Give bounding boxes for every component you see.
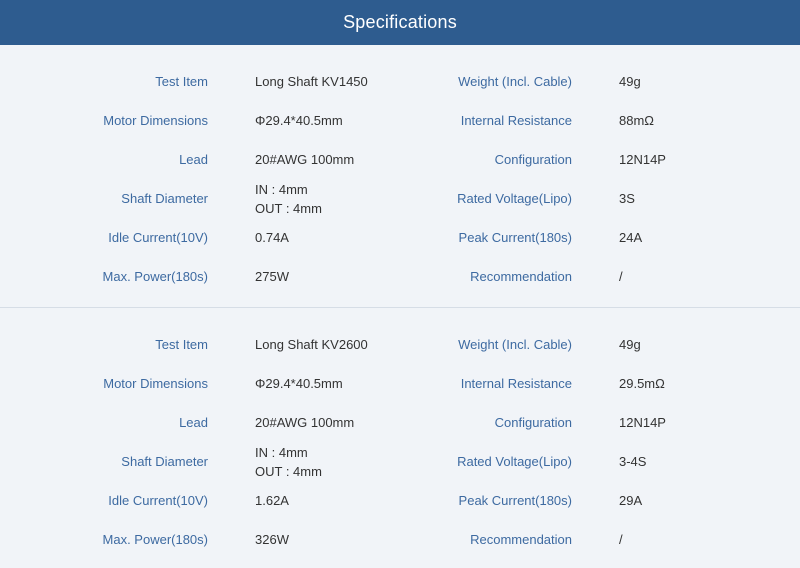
label-idle-current: Idle Current(10V) — [108, 493, 208, 508]
label-motor-dimensions: Motor Dimensions — [103, 113, 208, 128]
label-weight: Weight (Incl. Cable) — [458, 337, 572, 352]
label-lead: Lead — [179, 152, 208, 167]
value-recommendation: / — [619, 532, 623, 547]
value-recommendation: / — [619, 269, 623, 284]
spec-block-kv1450: Test Item Long Shaft KV1450 Weight (Incl… — [0, 45, 800, 307]
spec-row-current: Idle Current(10V) 0.74A Peak Current(180… — [0, 218, 800, 257]
value-configuration: 12N14P — [619, 415, 666, 430]
value-shaft-in: IN : 4mm — [255, 444, 308, 460]
value-shaft-out: OUT : 4mm — [255, 200, 322, 216]
value-shaft-in: IN : 4mm — [255, 181, 308, 197]
value-peak-current: 24A — [619, 230, 643, 245]
label-motor-dimensions: Motor Dimensions — [103, 376, 208, 391]
label-configuration: Configuration — [494, 152, 572, 167]
spec-block-kv2600: Test Item Long Shaft KV2600 Weight (Incl… — [0, 308, 800, 568]
spec-row-power: Max. Power(180s) 326W Recommendation / — [0, 520, 800, 559]
label-rated-voltage: Rated Voltage(Lipo) — [457, 454, 572, 469]
label-internal-resistance: Internal Resistance — [460, 376, 572, 391]
value-internal-resistance: 29.5mΩ — [619, 376, 665, 391]
label-weight: Weight (Incl. Cable) — [458, 74, 572, 89]
spec-row-current: Idle Current(10V) 1.62A Peak Current(180… — [0, 481, 800, 520]
spec-row-lead: Lead 20#AWG 100mm Configuration 12N14P — [0, 140, 800, 179]
page-title: Specifications — [0, 0, 800, 45]
label-shaft-diameter: Shaft Diameter — [121, 191, 208, 206]
label-peak-current: Peak Current(180s) — [458, 230, 572, 245]
label-max-power: Max. Power(180s) — [102, 269, 208, 284]
spec-row-shaft: Shaft Diameter IN : 4mm OUT : 4mm Rated … — [0, 442, 800, 481]
spec-row-shaft: Shaft Diameter IN : 4mm OUT : 4mm Rated … — [0, 179, 800, 218]
value-internal-resistance: 88mΩ — [619, 113, 655, 128]
value-peak-current: 29A — [619, 493, 643, 508]
value-weight: 49g — [619, 337, 641, 352]
value-weight: 49g — [619, 74, 641, 89]
label-recommendation: Recommendation — [470, 532, 572, 547]
label-rated-voltage: Rated Voltage(Lipo) — [457, 191, 572, 206]
spec-row-power: Max. Power(180s) 275W Recommendation / — [0, 257, 800, 296]
value-rated-voltage: 3-4S — [619, 454, 647, 469]
label-lead: Lead — [179, 415, 208, 430]
label-configuration: Configuration — [494, 415, 572, 430]
label-test-item: Test Item — [155, 337, 208, 352]
value-rated-voltage: 3S — [619, 191, 635, 206]
spec-row-dimensions: Motor Dimensions Φ29.4*40.5mm Internal R… — [0, 364, 800, 403]
value-shaft-out: OUT : 4mm — [255, 463, 322, 479]
specifications-panel: Specifications Test Item Long Shaft KV14… — [0, 0, 800, 568]
label-peak-current: Peak Current(180s) — [458, 493, 572, 508]
label-idle-current: Idle Current(10V) — [108, 230, 208, 245]
spec-row-dimensions: Motor Dimensions Φ29.4*40.5mm Internal R… — [0, 101, 800, 140]
label-max-power: Max. Power(180s) — [102, 532, 208, 547]
value-configuration: 12N14P — [619, 152, 666, 167]
spec-row-test-item: Test Item Long Shaft KV1450 Weight (Incl… — [0, 62, 800, 101]
label-internal-resistance: Internal Resistance — [460, 113, 572, 128]
label-shaft-diameter: Shaft Diameter — [121, 454, 208, 469]
spec-row-lead: Lead 20#AWG 100mm Configuration 12N14P — [0, 403, 800, 442]
spec-row-test-item: Test Item Long Shaft KV2600 Weight (Incl… — [0, 325, 800, 364]
label-recommendation: Recommendation — [470, 269, 572, 284]
label-test-item: Test Item — [155, 74, 208, 89]
